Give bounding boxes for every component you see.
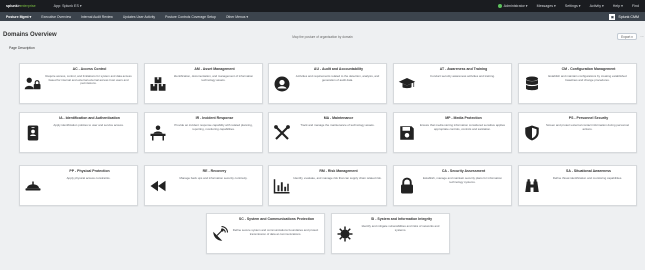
nav-other-menus[interactable]: Other Menus ▾: [226, 15, 248, 19]
card-title: AT - Awareness and Training: [439, 67, 488, 71]
card-description: Conduct security awareness activities an…: [430, 74, 495, 78]
card-title: MA - Maintenance: [323, 116, 354, 120]
card-description: Track and manage the maintenance of tech…: [300, 123, 375, 127]
card-title: AC - Access Control: [72, 67, 107, 71]
card-title: SC - System and Communications Protectio…: [238, 217, 315, 221]
page-description: Page Description: [9, 46, 35, 50]
padlock-icon: [398, 177, 416, 195]
app-menu[interactable]: App: Splunk ES ▾: [54, 4, 82, 8]
domain-card-cm[interactable]: CM - Configuration Management Establish …: [518, 63, 637, 104]
card-description: Apply identification policies to user an…: [53, 123, 124, 127]
card-description: Require access, control, and limitations…: [45, 74, 132, 86]
domain-card-ma[interactable]: MA - Maintenance Track and manage the ma…: [268, 112, 387, 153]
tools-icon: [273, 124, 291, 142]
card-description: Identify, evaluate, and manage risk that…: [293, 176, 382, 180]
domain-card-pp[interactable]: PP - Physical Protection Apply physical …: [19, 165, 138, 206]
card-description: Identify and mitigate vulnerabilities an…: [361, 224, 440, 232]
graduation-cap-icon: [398, 75, 416, 93]
page-subtitle: Map the posture of organisation by domai…: [292, 35, 353, 39]
domain-card-sc[interactable]: SC - System and Communications Protectio…: [206, 213, 325, 254]
card-description: Provide an incident response capability …: [174, 123, 253, 131]
user-menu[interactable]: Administrator ▾: [497, 4, 528, 9]
card-title: PS - Personnel Security: [568, 116, 609, 120]
rewind-icon: [149, 177, 167, 195]
user-circle-icon: [273, 75, 291, 93]
card-description: Define secure system and communications …: [232, 228, 319, 236]
card-description: Ensure that media storing information co…: [420, 123, 505, 131]
domain-card-am[interactable]: AM - Asset Management Identification, do…: [144, 63, 263, 104]
card-title: RM - Risk Management: [319, 169, 358, 173]
messages-menu[interactable]: Messages ▾: [537, 4, 556, 8]
nav-posture-mgmt[interactable]: Posture Mgmt ▾: [6, 15, 31, 19]
card-title: CM - Configuration Management: [561, 67, 616, 71]
card-title: SI - System and Information Integrity: [370, 217, 433, 221]
card-title: AM - Asset Management: [194, 67, 235, 71]
hard-hat-icon: [24, 177, 42, 195]
app-brand-icon: ▣: [609, 13, 616, 20]
app-nav-bar: Posture Mgmt ▾ Executive Overview Intern…: [0, 12, 645, 21]
card-title: IA - Identification and Authentication: [59, 116, 120, 120]
domain-card-au[interactable]: AU - Audit and Accountability Activities…: [268, 63, 387, 104]
card-title: IR - Incident Response: [195, 116, 234, 120]
status-dot-icon: [497, 4, 502, 9]
domain-card-at[interactable]: AT - Awareness and Training Conduct secu…: [393, 63, 512, 104]
card-title: RE - Recovery: [202, 169, 227, 173]
card-title: PP - Physical Protection: [69, 169, 110, 173]
desk-operator-icon: [149, 124, 167, 142]
card-description: Screen and protect external contact info…: [545, 123, 630, 131]
binoculars-icon: [523, 177, 541, 195]
domain-card-sa[interactable]: SA - Situational Awareness Define threat…: [518, 165, 637, 206]
domain-card-si[interactable]: SI - System and Information Integrity Id…: [331, 213, 450, 254]
id-badge-icon: [24, 124, 42, 142]
domain-card-ps[interactable]: PS - Personnel Security Screen and prote…: [518, 112, 637, 153]
nav-executive-overview[interactable]: Executive Overview: [41, 15, 71, 19]
settings-menu[interactable]: Settings ▾: [565, 4, 581, 8]
virus-icon: [336, 225, 354, 243]
card-description: Establish, manage and maintain security …: [423, 176, 502, 184]
satellite-dish-icon: [211, 225, 229, 243]
domain-card-ca[interactable]: CA - Security Assessment Establish, mana…: [393, 165, 512, 206]
domain-card-re[interactable]: RE - Recovery Manage back ups and inform…: [144, 165, 263, 206]
card-description: Establish and maintain configurations by…: [548, 74, 627, 82]
card-title: CA - Security Assessment: [441, 169, 486, 173]
bar-chart-icon: [273, 177, 291, 195]
splunk-logo[interactable]: splunk>enterprise: [6, 4, 36, 8]
nav-internal-audit-review[interactable]: Internal Audit Review: [81, 15, 113, 19]
nav-controls-coverage-setup[interactable]: Posture Controls Coverage Setup: [165, 15, 216, 19]
card-description: Define threat identification and monitor…: [552, 176, 623, 180]
more-options-button[interactable]: ...: [639, 33, 645, 40]
card-description: Activities and requirements related to t…: [295, 74, 380, 82]
card-description: Manage back ups and information security…: [179, 176, 248, 180]
help-menu[interactable]: Help ▾: [613, 4, 623, 8]
export-button[interactable]: Export ▾: [617, 33, 637, 40]
boxes-icon: [149, 75, 167, 93]
app-brand: ▣ Splunk CMM: [609, 13, 639, 20]
card-title: SA - Situational Awareness: [566, 169, 611, 173]
card-description: Identification, documentation, and manag…: [173, 74, 254, 82]
domain-card-ia[interactable]: IA - Identification and Authentication A…: [19, 112, 138, 153]
database-icon: [523, 75, 541, 93]
card-description: Apply physical access constraints.: [66, 176, 111, 180]
domain-card-rm[interactable]: RM - Risk Management Identify, evaluate,…: [268, 165, 387, 206]
card-title: MP - Media Protection: [445, 116, 482, 120]
domain-card-ac[interactable]: AC - Access Control Require access, cont…: [19, 63, 138, 104]
domain-card-mp[interactable]: MP - Media Protection Ensure that media …: [393, 112, 512, 153]
global-top-bar: splunk>enterprise App: Splunk ES ▾ Admin…: [0, 0, 645, 12]
users-lock-icon: [24, 75, 42, 93]
nav-updates-user-activity[interactable]: Updates User Activity: [123, 15, 155, 19]
domain-card-ir[interactable]: IR - Incident Response Provide an incide…: [144, 112, 263, 153]
card-title: AU - Audit and Accountability: [313, 67, 364, 71]
shield-icon: [523, 124, 541, 142]
activity-menu[interactable]: Activity ▾: [590, 4, 604, 8]
find-box[interactable]: Find: [632, 4, 639, 8]
floppy-disk-icon: [398, 124, 416, 142]
top-right-menu: Administrator ▾ Messages ▾ Settings ▾ Ac…: [497, 4, 639, 9]
